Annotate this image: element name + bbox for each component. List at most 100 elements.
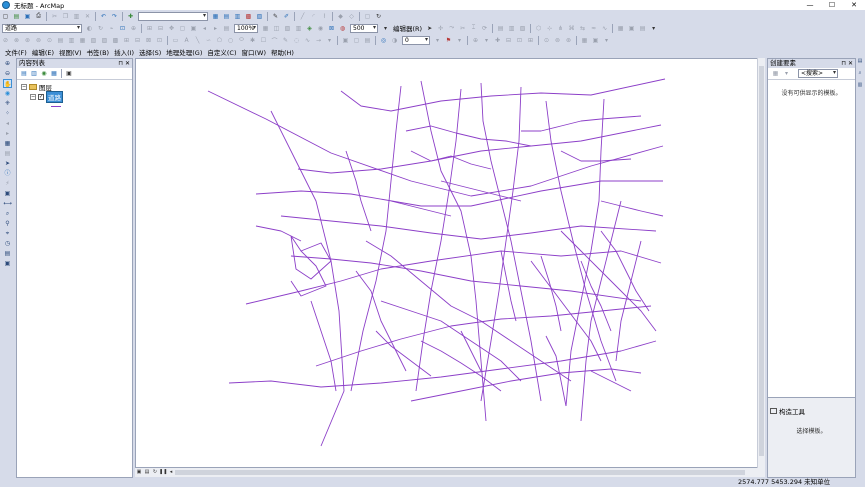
fix-topology-icon[interactable]: ▤: [638, 24, 647, 33]
filter-templates-icon[interactable]: ▾: [782, 69, 791, 78]
map-topology-icon[interactable]: ⋔: [556, 24, 565, 33]
cut-polygons-icon[interactable]: ✂: [458, 24, 467, 33]
results-tab-icon[interactable]: ▥: [856, 82, 864, 92]
road-segment[interactable]: [540, 255, 562, 332]
find-route-icon[interactable]: ⚲: [3, 219, 12, 228]
preview-icon[interactable]: ▨: [100, 36, 109, 45]
hyperlink-icon[interactable]: ⚡: [3, 179, 12, 188]
list-by-drawing-order-icon[interactable]: ▤: [20, 70, 28, 78]
save-icon[interactable]: ▣: [23, 12, 32, 21]
refresh-view-icon[interactable]: ↻: [151, 469, 159, 476]
toc-options-icon[interactable]: ▣: [65, 70, 73, 78]
layer-visibility-checkbox[interactable]: ✓: [38, 94, 44, 100]
paste-icon[interactable]: ▥: [72, 12, 81, 21]
draw-bezier-icon[interactable]: ⌒: [270, 36, 279, 45]
collapse-icon[interactable]: −: [21, 84, 27, 90]
viewer-window-icon[interactable]: ▣: [3, 259, 12, 268]
layout-zoom-out-icon[interactable]: ⊟: [156, 24, 165, 33]
layout-full-icon[interactable]: ▢: [178, 24, 187, 33]
draw-polygon-icon[interactable]: ⬠: [215, 36, 224, 45]
attribute-table-icon[interactable]: ▤: [496, 24, 505, 33]
rotate-feature-icon[interactable]: ⟳: [480, 24, 489, 33]
draw-rect-icon[interactable]: ▭: [171, 36, 180, 45]
list-by-selection-icon[interactable]: ▦: [50, 70, 58, 78]
sketch-properties-icon[interactable]: ▥: [507, 24, 516, 33]
error-inspector-icon[interactable]: ▣: [627, 24, 636, 33]
open-icon[interactable]: ▤: [12, 12, 21, 21]
road-segment[interactable]: [410, 150, 492, 170]
arc-segment-icon[interactable]: ◜: [309, 12, 318, 21]
rotate-icon[interactable]: ↻: [96, 24, 105, 33]
swipe-icon[interactable]: ◑: [390, 36, 399, 45]
label-manager-icon[interactable]: ▣: [591, 36, 600, 45]
layout-zoom-in-icon[interactable]: ⊞: [145, 24, 154, 33]
layout-100-icon[interactable]: ▣: [189, 24, 198, 33]
globe-icon[interactable]: ◍: [338, 24, 347, 33]
reshape-icon[interactable]: ◇: [347, 12, 356, 21]
road-segment[interactable]: [255, 225, 302, 242]
add-data-icon[interactable]: ✚: [126, 12, 135, 21]
road-segment[interactable]: [375, 330, 432, 377]
fixed-zoom-in-icon[interactable]: ⁜: [3, 99, 12, 108]
draw-line-icon[interactable]: ╲: [193, 36, 202, 45]
copy-icon[interactable]: ❐: [61, 12, 70, 21]
sketch-tool-icon[interactable]: ✎: [271, 12, 280, 21]
map-view[interactable]: [135, 58, 765, 468]
attributes-icon[interactable]: ▢: [363, 12, 372, 21]
draw-lasso-icon[interactable]: ◌: [292, 36, 301, 45]
time-slider-icon[interactable]: ◷: [3, 239, 12, 248]
collapse-icon[interactable]: −: [30, 94, 36, 100]
overview-icon[interactable]: ⊚: [553, 36, 562, 45]
adjust-options-icon[interactable]: ▩: [111, 36, 120, 45]
layer-select[interactable]: 道路: [2, 23, 82, 33]
road-segment[interactable]: [480, 86, 522, 402]
road-segment[interactable]: [355, 270, 407, 372]
change-layout-icon[interactable]: ▧: [283, 24, 292, 33]
toolbar2-options-icon[interactable]: ▾: [381, 24, 390, 33]
road-segment[interactable]: [560, 150, 632, 162]
vertical-scroll-thumb[interactable]: [759, 66, 764, 456]
snap-icon[interactable]: ⊹: [545, 24, 554, 33]
layout-zoom-percent[interactable]: 100%: [234, 23, 258, 33]
zoom-out-icon[interactable]: ⊖: [3, 69, 12, 78]
horizontal-scroll-thumb[interactable]: [175, 470, 745, 475]
add-control-icon[interactable]: ✚: [493, 36, 502, 45]
edit-vertices-icon[interactable]: ✢: [436, 24, 445, 33]
share-icon[interactable]: ⇆: [578, 24, 587, 33]
view-links-icon[interactable]: ⊟: [504, 36, 513, 45]
attribute-transfer-icon[interactable]: ▧: [89, 36, 98, 45]
draw-options-icon[interactable]: ▾: [325, 36, 334, 45]
menu-item-7[interactable]: 自定义(C): [207, 47, 236, 57]
road-segment[interactable]: [310, 300, 337, 392]
georef-icon[interactable]: ◐: [85, 24, 94, 33]
offset-combo[interactable]: 0: [402, 35, 430, 45]
toc-pin-close[interactable]: ⊓ ✕: [118, 59, 130, 68]
fit-to-display-icon[interactable]: ⊡: [118, 24, 127, 33]
scale-icon[interactable]: ⊠: [327, 24, 336, 33]
link-icon[interactable]: ⌁: [107, 24, 116, 33]
layout-prev-icon[interactable]: ◂: [200, 24, 209, 33]
road-segment[interactable]: [270, 110, 345, 447]
html-popup-icon[interactable]: ▣: [3, 189, 12, 198]
rectify-icon[interactable]: ⊞: [526, 36, 535, 45]
organize-templates-icon[interactable]: ▦: [771, 69, 780, 78]
goto-xy-icon[interactable]: ⌖: [3, 229, 12, 238]
rubbersheet-icon[interactable]: ⊞: [122, 36, 131, 45]
draw-ellipse-icon[interactable]: ⬭: [237, 36, 246, 45]
trace-icon[interactable]: ⌇: [320, 12, 329, 21]
delete-icon[interactable]: ✕: [83, 12, 92, 21]
road-segment[interactable]: [390, 200, 452, 217]
layer-row[interactable]: − ✓ 道路: [21, 91, 132, 103]
create-viewer-icon[interactable]: ▤: [3, 249, 12, 258]
effects-icon[interactable]: ◎: [379, 36, 388, 45]
data-driven-pages-icon[interactable]: ▥: [294, 24, 303, 33]
transparency-icon[interactable]: ▾: [455, 36, 464, 45]
layout-pan-icon[interactable]: ✥: [167, 24, 176, 33]
list-by-visibility-icon[interactable]: ◉: [40, 70, 48, 78]
layout-fixed-icon[interactable]: ▤: [222, 24, 231, 33]
pan-icon[interactable]: ✋: [3, 79, 12, 88]
toggle-draft-icon[interactable]: ▦: [261, 24, 270, 33]
planarize-icon[interactable]: ⌘: [567, 24, 576, 33]
map-vertical-scrollbar[interactable]: [757, 58, 765, 468]
back-extent-icon[interactable]: ◂: [3, 119, 12, 128]
